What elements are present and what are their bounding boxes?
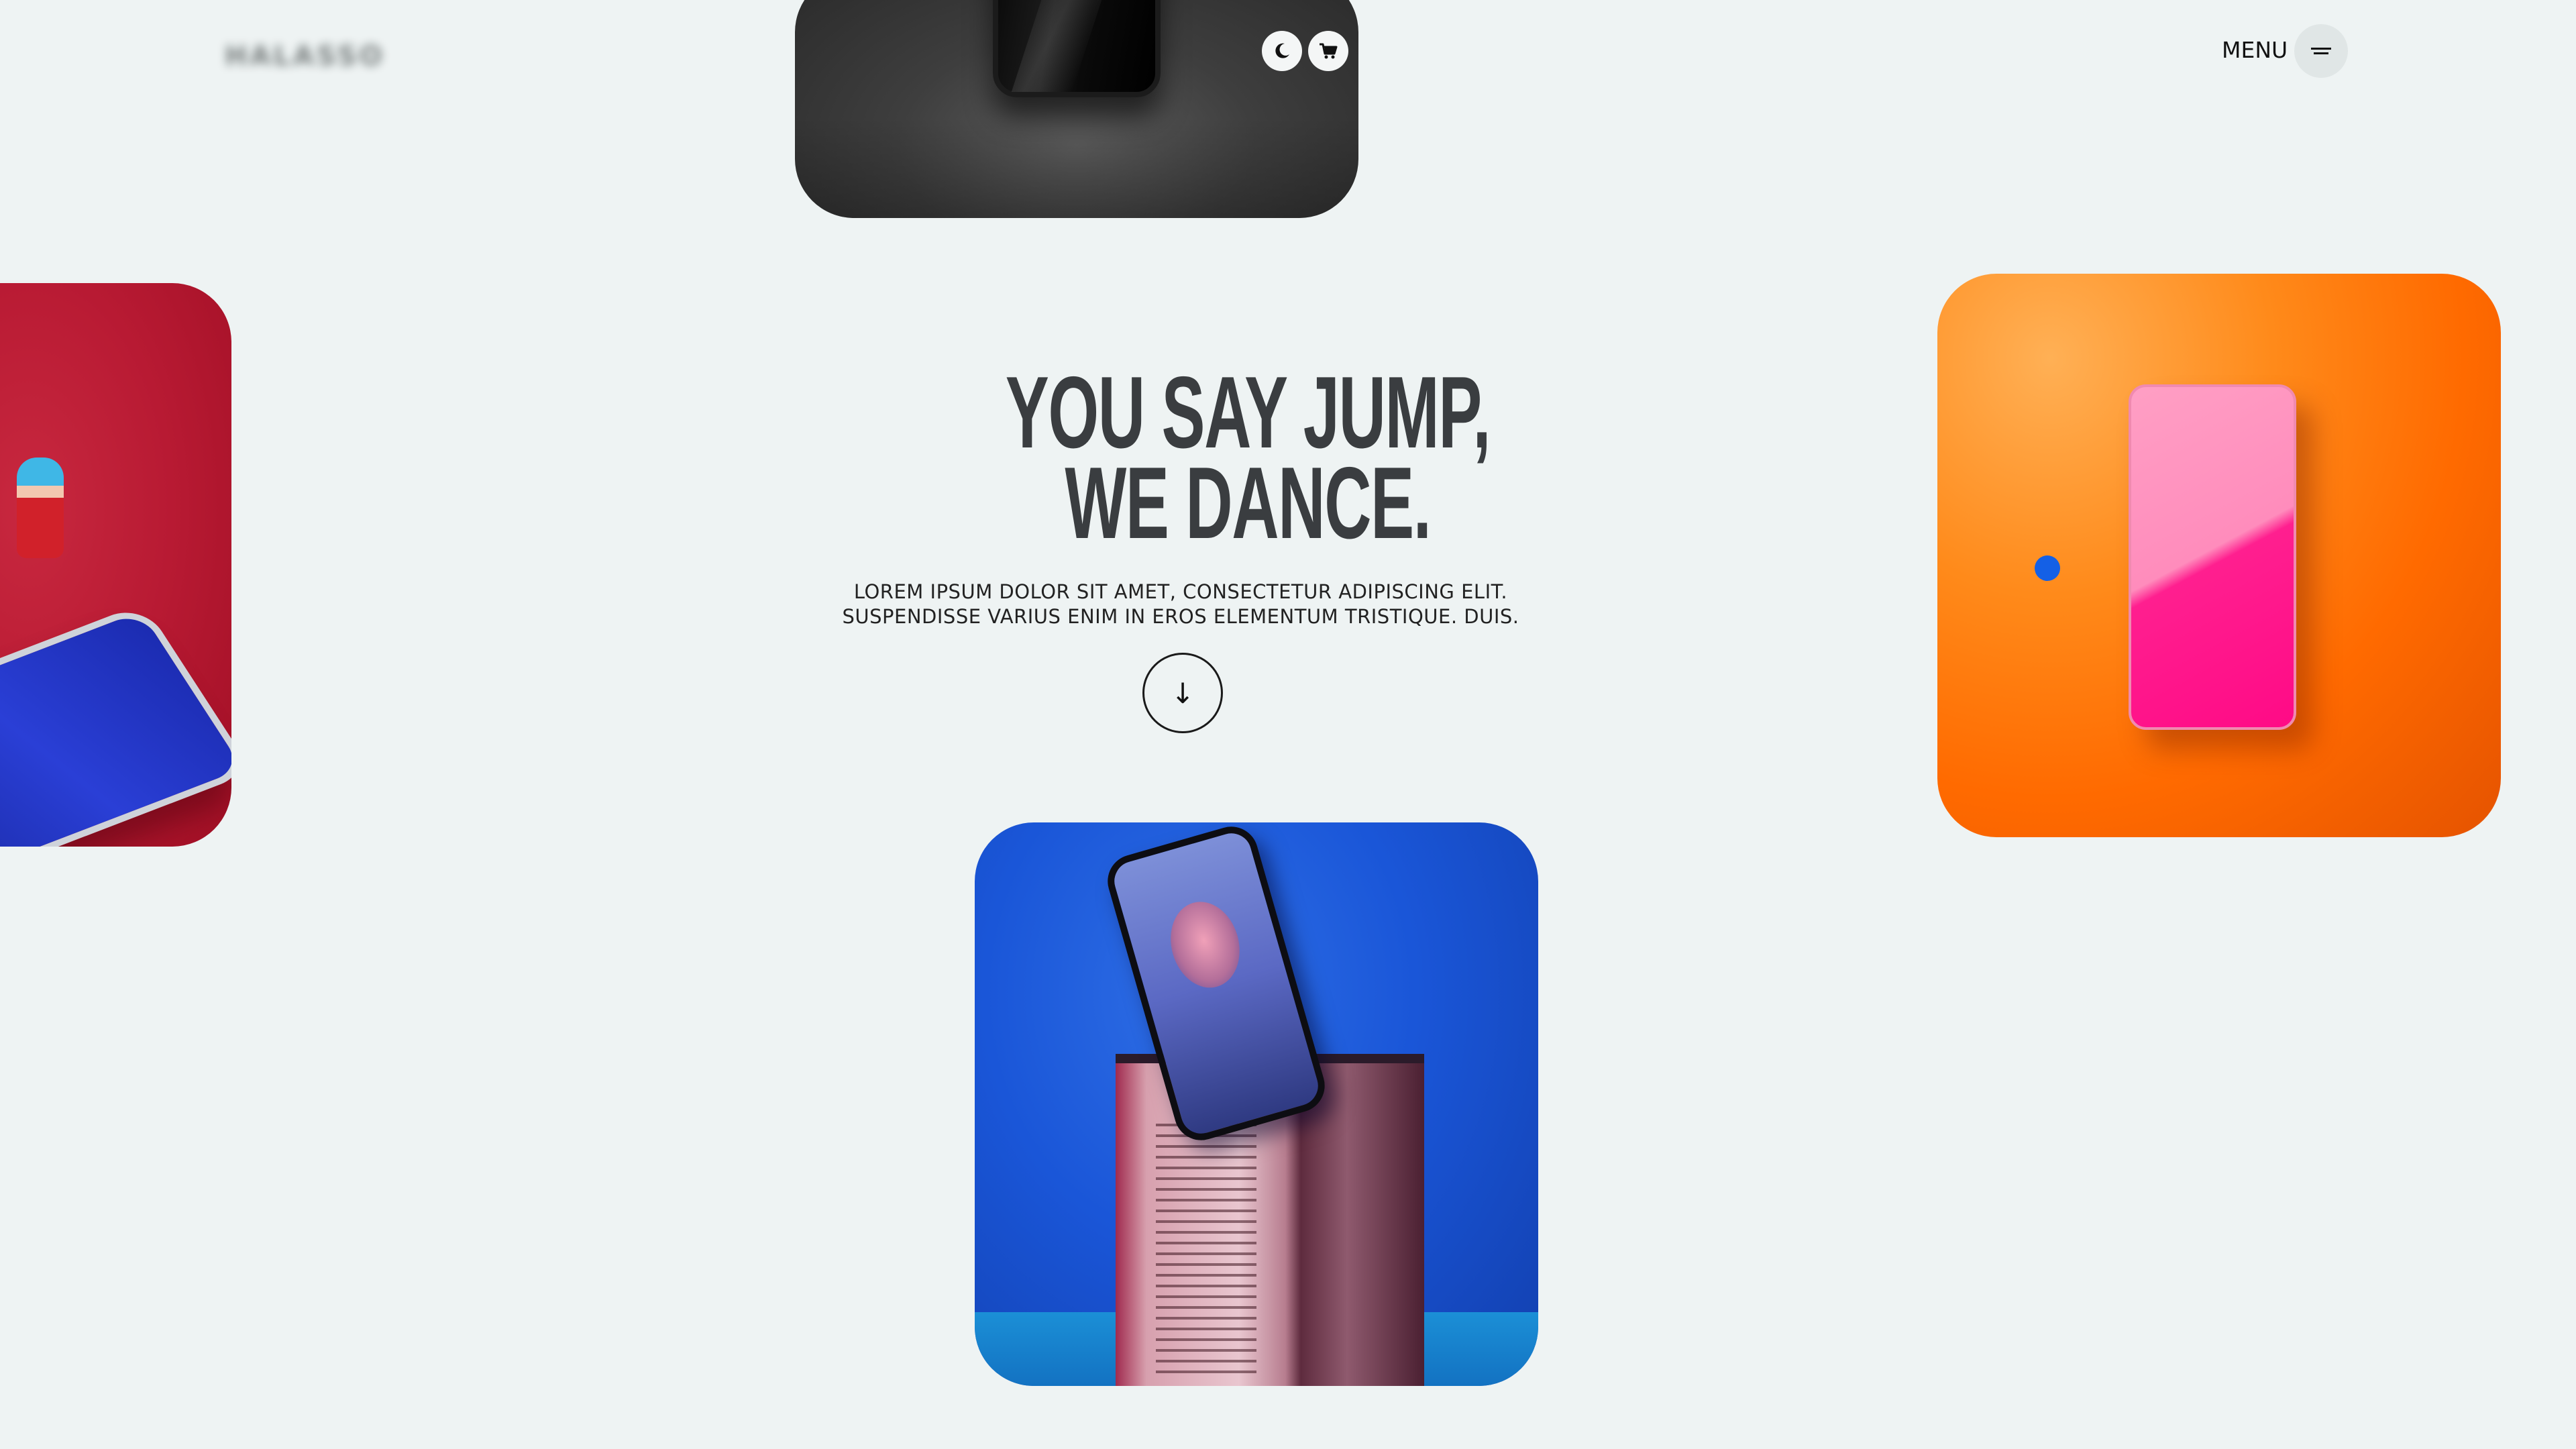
theme-toggle-button[interactable] [1262,31,1302,71]
subtext-line-2: SUSPENDISSE VARIUS ENIM IN EROS ELEMENTU… [842,605,1519,628]
blue-book-phone-card[interactable] [975,822,1538,1386]
headline-line-1: YOU SAY JUMP, [1005,356,1491,470]
headline-line-2: WE DANCE. [1065,446,1431,560]
menu-button[interactable] [2294,24,2348,78]
dark-phone-image [993,0,1161,97]
book-text-lines [1156,1124,1256,1379]
page: HALASSO MENU YOU SAY JUMP, WE DANCE. LOR… [0,0,2576,1449]
subtext-line-1: LOREM IPSUM DOLOR SIT AMET, CONSECTETUR … [853,580,1508,603]
phone-screen-portrait [1161,894,1250,996]
moon-icon [1275,43,1289,58]
menu-label[interactable]: MENU [2222,35,2288,66]
card-floor-shade [795,117,1358,218]
pink-phone-image [2129,384,2296,730]
cart-button[interactable] [1308,31,1348,71]
scroll-down-button[interactable]: ↓ [1142,653,1223,733]
arrow-down-icon: ↓ [1171,676,1195,710]
hamburger-icon [2311,48,2331,54]
cursor-dot [2035,555,2060,581]
hero-headline: YOU SAY JUMP, WE DANCE. [973,356,1522,560]
orange-phone-card[interactable] [1937,274,2501,837]
brand-logo[interactable]: HALASSO [225,38,386,75]
character-figure-image [17,458,64,558]
cart-icon [1320,43,1338,59]
red-card-phone-image [0,602,231,847]
hero-subtext: LOREM IPSUM DOLOR SIT AMET, CONSECTETUR … [751,580,1610,629]
red-phone-card[interactable] [0,283,231,847]
